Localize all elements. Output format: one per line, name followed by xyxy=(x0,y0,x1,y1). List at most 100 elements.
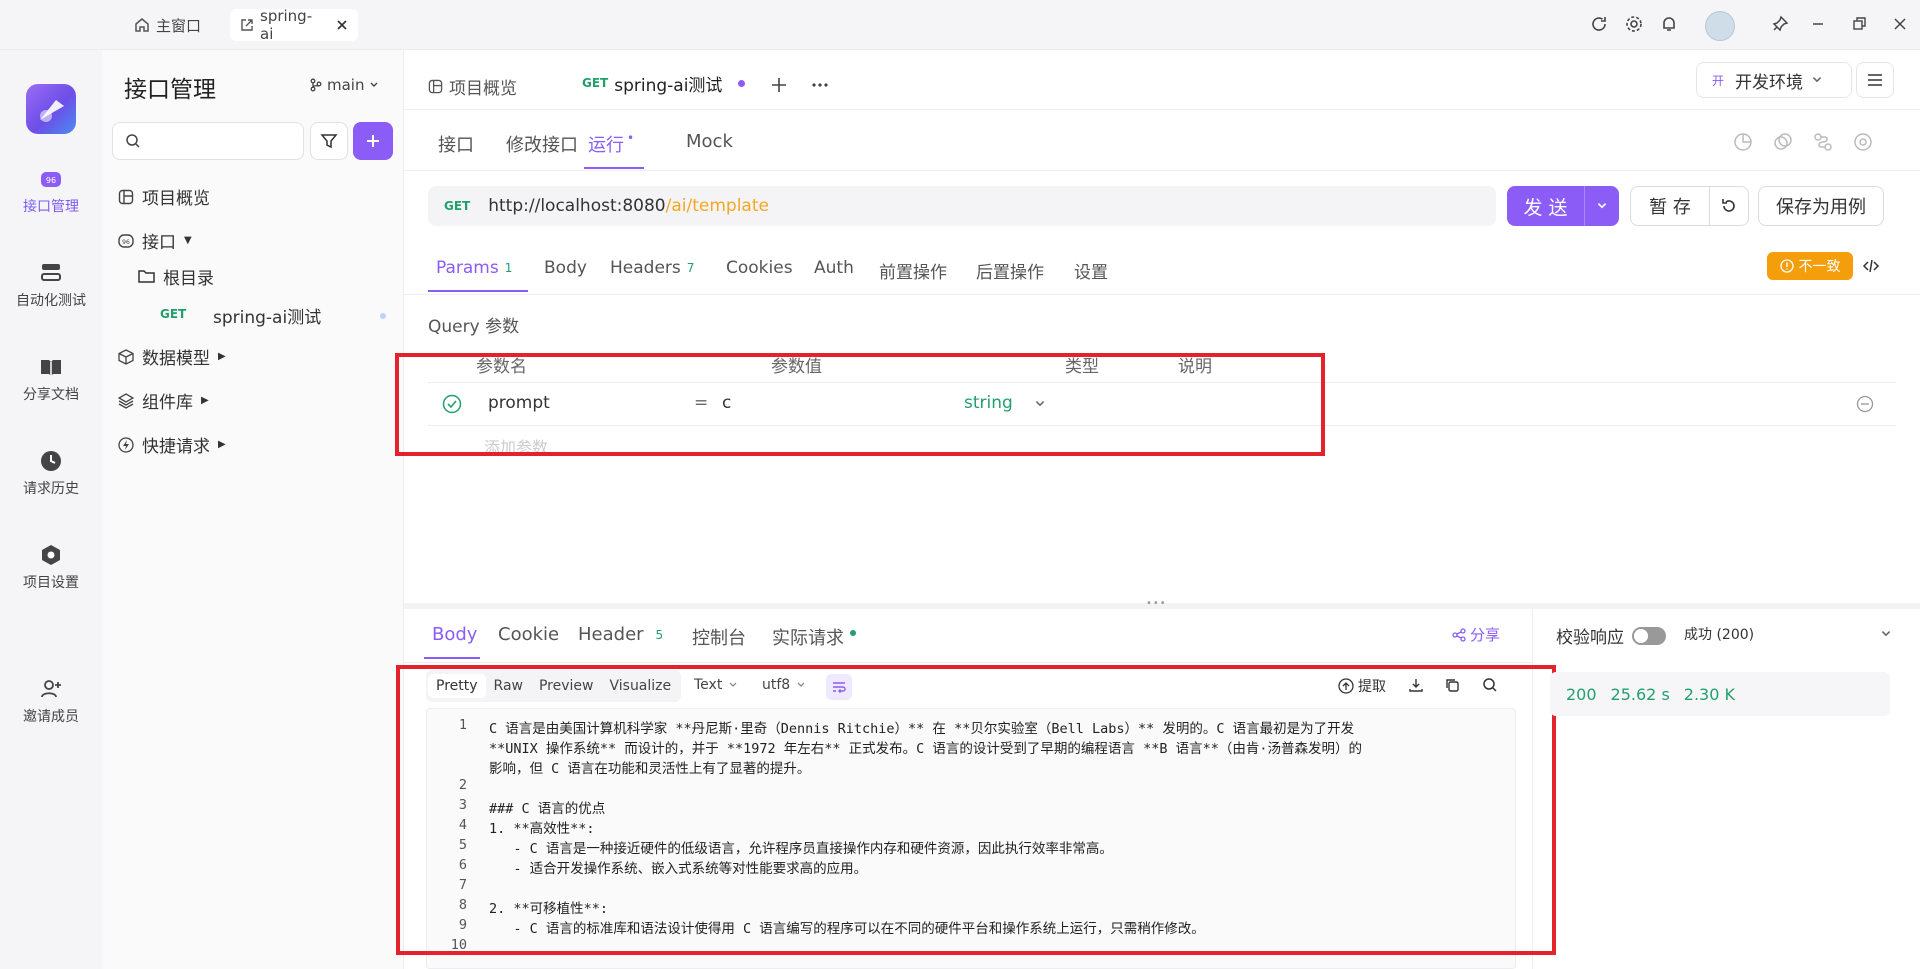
extract-button[interactable]: 提取 xyxy=(1338,676,1386,696)
caret-right-icon: ▶ xyxy=(218,351,226,362)
doc-tab-label: spring-ai测试 xyxy=(614,75,723,96)
pin-icon[interactable] xyxy=(1771,15,1789,33)
search-input[interactable] xyxy=(112,122,304,160)
tab-post-processors[interactable]: 后置操作 xyxy=(976,258,1044,283)
environment-selector[interactable]: 开 开发环境 xyxy=(1696,62,1852,98)
caret-right-icon: ▶ xyxy=(201,395,209,406)
divider xyxy=(404,662,1532,663)
tree-item-quick-request[interactable]: 快捷请求 ▶ xyxy=(118,432,226,457)
remove-row-icon[interactable] xyxy=(1856,395,1874,413)
tab-pre-processors[interactable]: 前置操作 xyxy=(879,258,947,283)
new-tab-plus-icon[interactable] xyxy=(770,76,788,94)
response-metrics: 200 25.62 s 2.30 K xyxy=(1550,672,1890,716)
splitter-grip-icon[interactable]: ••• xyxy=(1146,598,1167,609)
code-icon[interactable] xyxy=(1862,257,1880,275)
response-tab-actual-request[interactable]: 实际请求 xyxy=(772,624,856,650)
save-temp-button[interactable]: 暂 存 xyxy=(1630,186,1710,226)
search-icon[interactable] xyxy=(1482,677,1498,693)
param-type[interactable]: string xyxy=(964,393,1013,413)
rail-item-project-settings[interactable]: 项目设置 xyxy=(0,544,102,592)
view-mode-raw[interactable]: Raw xyxy=(486,674,531,698)
tab-body[interactable]: Body xyxy=(544,258,587,278)
tab-cookies[interactable]: Cookies xyxy=(726,258,793,278)
doc-tab-active[interactable]: GET spring-ai测试 xyxy=(566,60,758,108)
mismatch-badge[interactable]: 不一致 xyxy=(1767,252,1853,280)
tab-headers[interactable]: Headers 7 xyxy=(610,258,694,278)
home-window-tab[interactable]: 主窗口 xyxy=(124,9,211,41)
add-button[interactable] xyxy=(353,122,393,160)
line-number: 1 xyxy=(458,717,467,733)
chart-pie-icon[interactable] xyxy=(1733,132,1753,152)
table-row[interactable]: prompt = c string xyxy=(428,383,1896,425)
line-text: C 语言是由美国计算机科学家 **丹尼斯·里奇（Dennis Ritchie）*… xyxy=(489,721,1355,737)
chevron-down-icon[interactable] xyxy=(1880,628,1892,640)
settings-icon[interactable] xyxy=(1853,132,1873,152)
filter-button[interactable] xyxy=(310,122,348,160)
refresh-icon[interactable] xyxy=(1590,15,1608,33)
restore-icon[interactable] xyxy=(1850,15,1868,33)
copy-icon[interactable] xyxy=(1444,677,1460,693)
tree-item-api[interactable]: 96 接口 ▼ xyxy=(118,228,192,253)
branch-selector[interactable]: main xyxy=(310,76,379,94)
word-wrap-button[interactable] xyxy=(826,674,852,700)
tree-item-data-model[interactable]: 数据模型 ▶ xyxy=(118,344,226,369)
response-tab-console[interactable]: 控制台 xyxy=(692,624,746,650)
subtab-run[interactable]: 运行 • xyxy=(588,131,634,157)
param-name[interactable]: prompt xyxy=(488,393,550,413)
response-tab-cookie[interactable]: Cookie xyxy=(498,624,559,645)
code-line: 3 ### C 语言的优点 xyxy=(427,797,1515,817)
response-tab-header[interactable]: Header 5 xyxy=(578,624,663,645)
bell-icon[interactable] xyxy=(1660,15,1678,33)
rail-item-api-management[interactable]: 96 接口管理 xyxy=(0,168,102,216)
check-circle-icon[interactable] xyxy=(442,394,462,414)
response-body-viewer[interactable]: 1 C 语言是由美国计算机科学家 **丹尼斯·里奇（Dennis Ritchie）… xyxy=(426,708,1516,969)
tree-item-overview[interactable]: 项目概览 xyxy=(118,184,210,209)
tree-item-endpoint[interactable]: GET spring-ai测试 xyxy=(112,298,396,332)
minimize-icon[interactable] xyxy=(1809,15,1827,33)
project-window-tab[interactable]: spring-ai xyxy=(230,7,358,43)
send-button[interactable]: 发 送 xyxy=(1507,186,1585,226)
chevron-down-icon[interactable] xyxy=(1034,398,1046,410)
tab-settings[interactable]: 设置 xyxy=(1074,258,1108,283)
view-mode-visualize[interactable]: Visualize xyxy=(601,674,679,698)
gear-icon[interactable] xyxy=(1625,15,1643,33)
revert-button[interactable] xyxy=(1709,186,1749,226)
close-window-icon[interactable] xyxy=(1891,15,1909,33)
menu-button[interactable] xyxy=(1856,62,1894,98)
tree-item-components[interactable]: 组件库 ▶ xyxy=(118,388,209,413)
tree-item-root[interactable]: 根目录 xyxy=(138,264,214,289)
subtab-edit[interactable]: 修改接口 xyxy=(506,131,578,157)
encoding-select[interactable]: utf8 xyxy=(762,677,806,693)
rail-item-share-docs[interactable]: 分享文档 xyxy=(0,356,102,404)
param-value[interactable]: c xyxy=(722,393,731,413)
rail-item-history[interactable]: 请求历史 xyxy=(0,450,102,498)
url-base: http://localhost:8080 xyxy=(488,196,666,216)
avatar[interactable] xyxy=(1705,11,1735,41)
subtab-mock[interactable]: Mock xyxy=(686,131,733,152)
save-as-case-button[interactable]: 保存为用例 xyxy=(1758,186,1884,226)
encoding-value: utf8 xyxy=(762,677,791,693)
doc-tab-overview[interactable]: 项目概览 xyxy=(428,74,517,99)
send-options-button[interactable] xyxy=(1585,186,1619,226)
download-icon[interactable] xyxy=(1408,677,1424,693)
tab-auth[interactable]: Auth xyxy=(814,258,854,278)
rail-item-invite-member[interactable]: 邀请成员 xyxy=(0,678,102,726)
response-tab-body[interactable]: Body xyxy=(432,624,477,645)
copy-stack-icon[interactable] xyxy=(1773,132,1793,152)
add-param-placeholder[interactable]: 添加参数 xyxy=(484,434,548,458)
line-number: 2 xyxy=(458,777,467,793)
close-tab-icon[interactable] xyxy=(336,19,348,31)
share-button[interactable]: 分享 xyxy=(1452,624,1500,645)
format-select[interactable]: Text xyxy=(694,677,738,693)
tab-params[interactable]: Params 1 xyxy=(436,258,512,278)
main-panel: 项目概览 GET spring-ai测试 开 开发环境 接口 修改接口 运行 • … xyxy=(395,50,1920,969)
url-bar[interactable]: GET http://localhost:8080/ai/template xyxy=(428,186,1496,226)
link-flow-icon[interactable] xyxy=(1813,132,1833,152)
view-mode-pretty[interactable]: Pretty xyxy=(428,674,486,698)
url-input[interactable]: http://localhost:8080/ai/template xyxy=(488,196,769,216)
view-mode-preview[interactable]: Preview xyxy=(531,674,602,698)
more-tabs-icon[interactable] xyxy=(810,76,830,94)
validate-toggle[interactable] xyxy=(1632,626,1666,645)
rail-item-automation[interactable]: 自动化测试 xyxy=(0,262,102,310)
subtab-api[interactable]: 接口 xyxy=(438,131,474,157)
